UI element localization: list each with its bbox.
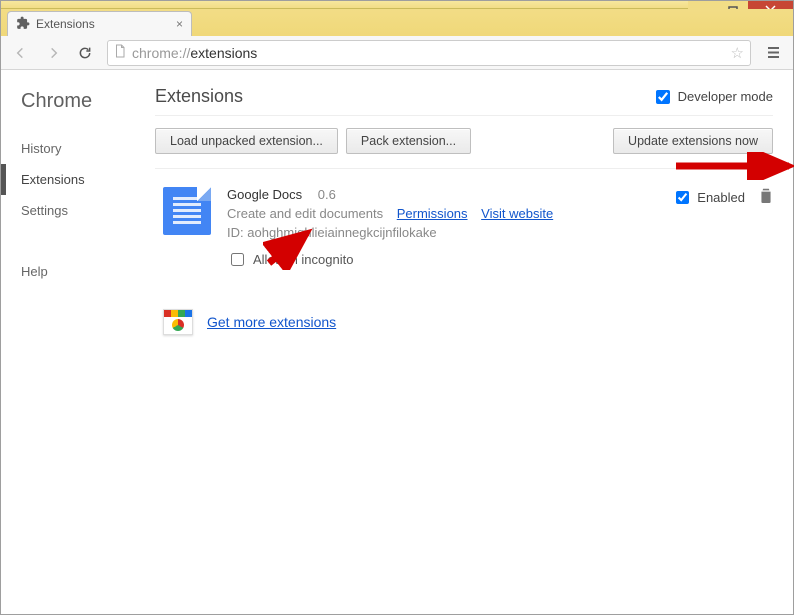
tab-title: Extensions: [36, 17, 95, 31]
sidebar-item-help[interactable]: Help: [21, 256, 151, 287]
visit-website-link[interactable]: Visit website: [481, 206, 553, 221]
sidebar-item-settings[interactable]: Settings: [21, 195, 151, 226]
enabled-checkbox[interactable]: [676, 191, 689, 204]
tab-close-icon[interactable]: ×: [176, 17, 183, 31]
chrome-menu-button[interactable]: [759, 39, 787, 67]
forward-button[interactable]: [39, 39, 67, 67]
get-more-extensions-link[interactable]: Get more extensions: [207, 314, 336, 330]
allow-incognito-toggle[interactable]: Allow in incognito: [227, 250, 656, 269]
sidebar-item-extensions[interactable]: Extensions: [1, 164, 151, 195]
enabled-toggle[interactable]: Enabled: [672, 188, 745, 207]
page-icon: [114, 44, 126, 61]
bookmark-star-icon[interactable]: ☆: [731, 44, 744, 62]
chrome-web-store-icon: [163, 309, 193, 335]
allow-incognito-checkbox[interactable]: [231, 253, 244, 266]
page-title: Extensions: [155, 86, 243, 107]
url-text: chrome://extensions: [132, 45, 257, 61]
back-button[interactable]: [7, 39, 35, 67]
extension-id: aohghmighlieiainnegkcijnfilokake: [247, 225, 436, 240]
enabled-label: Enabled: [697, 190, 745, 205]
puzzle-piece-icon: [16, 16, 30, 33]
extension-id-label: ID:: [227, 225, 244, 240]
address-bar[interactable]: chrome://extensions ☆: [107, 40, 751, 66]
developer-mode-label: Developer mode: [678, 89, 773, 104]
developer-mode-checkbox[interactable]: [656, 90, 670, 104]
reload-button[interactable]: [71, 39, 99, 67]
trash-icon[interactable]: [759, 187, 773, 207]
extension-app-icon: [163, 187, 211, 235]
developer-mode-toggle[interactable]: Developer mode: [652, 87, 773, 107]
update-extensions-button[interactable]: Update extensions now: [613, 128, 773, 154]
extension-version: 0.6: [318, 187, 336, 202]
permissions-link[interactable]: Permissions: [397, 206, 468, 221]
browser-tab[interactable]: Extensions ×: [7, 11, 192, 36]
sidebar-item-history[interactable]: History: [21, 133, 151, 164]
extension-description: Create and edit documents: [227, 206, 383, 221]
allow-incognito-label: Allow in incognito: [253, 252, 353, 267]
pack-extension-button[interactable]: Pack extension...: [346, 128, 471, 154]
extension-name: Google Docs: [227, 187, 302, 202]
load-unpacked-button[interactable]: Load unpacked extension...: [155, 128, 338, 154]
sidebar-title: Chrome: [21, 90, 151, 113]
